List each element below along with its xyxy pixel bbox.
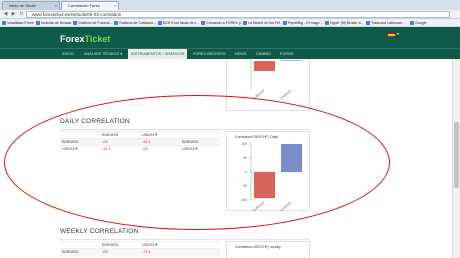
nav-instrumentos-graficos[interactable]: INSTRUMENTOS / GRÁFICOS — [128, 49, 188, 59]
bookmark-icon — [325, 21, 329, 25]
y-tick-label: 0 — [245, 170, 247, 174]
bookmark-item[interactable]: La Noche en los Fel... — [243, 20, 283, 26]
nav-foros[interactable]: FOROS — [280, 49, 294, 59]
bar — [280, 60, 303, 61]
table-row: EUR/USD 100 -93.4 EUR/USD — [60, 138, 220, 146]
bookmark-icon — [73, 21, 77, 25]
weekly-correlation-title: WEEKLY CORRELATION — [60, 228, 139, 235]
y-tick-label: 50 — [243, 156, 247, 160]
back-icon[interactable]: ◀ — [2, 11, 9, 18]
col-eurusd: EUR/USD — [100, 131, 140, 139]
url-input[interactable]: www.forexticket.es/es/tools/05-03-correl… — [26, 11, 450, 18]
bookmark-item[interactable]: Gráficos de Cotizacio... — [114, 20, 156, 26]
y-tick-label: -100 — [241, 198, 248, 202]
y-tick-label: 100 — [242, 142, 248, 146]
x-tick-label: USD/CHF — [279, 89, 292, 101]
spain-flag-icon[interactable] — [388, 33, 395, 37]
bookmark-icon — [114, 21, 118, 25]
bookmark-icon — [243, 21, 247, 25]
bar — [253, 172, 276, 199]
weekly-correlation-table: EUR/USD USD/CHF EUR/USD 100 -73.4 — [60, 241, 220, 256]
site-logo[interactable]: ForexTicket — [60, 34, 110, 44]
nav-cambio[interactable]: CAMBIO — [256, 49, 271, 59]
daily-chart-box: Correlation EUR/CHF | Daily 100 50 0 -50 -10… — [226, 131, 310, 212]
nav-news[interactable]: NEWS — [235, 49, 246, 59]
x-tick-label: USD/CHF — [279, 201, 292, 212]
language-caret-icon[interactable]: ▾ — [397, 31, 399, 36]
bookmark-icon — [410, 21, 414, 25]
browser-tab-gmail[interactable]: Inicio de Gmail × — [2, 1, 60, 10]
bookmarks-bar: Volatilidad Forex Noticias de Divisas Gr… — [0, 19, 460, 27]
close-tab-icon[interactable]: × — [114, 2, 116, 10]
tab-label: Inicio de Gmail — [9, 3, 36, 8]
weekly-chart-title: Correlation USD/CHF | weekly — [235, 245, 281, 249]
bookmark-icon — [283, 21, 287, 25]
daily-correlation-title: DAILY CORRELATION — [60, 118, 130, 125]
reload-icon[interactable]: ↻ — [18, 11, 25, 18]
tab-label: Correlación Forex — [68, 3, 100, 8]
bookmark-item[interactable]: Google — [410, 20, 427, 26]
bookmark-item[interactable]: Hyper (M) Broker a... — [325, 20, 364, 26]
browser-tab-correlacion[interactable]: Correlación Forex × — [61, 1, 119, 10]
weekly-chart-box: Correlation USD/CHF | weekly — [226, 241, 310, 258]
forward-icon[interactable]: ▶ — [10, 11, 17, 18]
table-row: USD/CHF -93.4 100 USD/CHF — [60, 145, 220, 153]
address-bar-row: ◀ ▶ ↻ www.forexticket.es/es/tools/05-03-… — [0, 10, 460, 19]
x-tick-label: EUR/USD — [252, 200, 266, 212]
bookmark-item[interactable]: Volatilidad Forex — [2, 20, 34, 26]
top-correlation-chart: EUR/USD USD/CHF — [250, 59, 303, 101]
divider — [60, 239, 310, 240]
bar — [253, 61, 276, 71]
bar — [280, 144, 303, 172]
x-tick-label: EUR/USD — [252, 88, 266, 100]
daily-correlation-chart: 100 50 0 -50 -100 EUR/USD USD/CHF — [241, 142, 305, 212]
bookmark-item[interactable]: Gráficos de Futuros ... — [73, 20, 114, 26]
daily-correlation-table: EUR/USD USD/CHF EUR/USD 100 -93.4 EUR/US… — [60, 131, 220, 153]
browser-tab-bar: Inicio de Gmail × Correlación Forex × — [0, 0, 460, 10]
bookmark-item[interactable]: PepeMkg - El mago ... — [283, 20, 324, 26]
bookmark-item[interactable]: Comando a FOREX p... — [201, 20, 244, 26]
nav-analisis-tecnico[interactable]: ANÁLISIS TÉCNICO ▾ — [84, 49, 122, 59]
daily-chart-title: Correlation EUR/CHF | Daily — [235, 135, 278, 139]
main-nav: INICIO ANÁLISIS TÉCNICO ▾ INSTRUMENTOS /… — [0, 48, 460, 59]
top-chart-box: EUR/USD USD/CHF — [226, 59, 310, 111]
bookmark-icon — [36, 21, 40, 25]
bookmark-item[interactable]: Traductor Latinoam... — [366, 20, 405, 26]
table-header-row: EUR/USD USD/CHF — [60, 131, 220, 139]
close-tab-icon[interactable]: × — [55, 2, 57, 10]
bookmark-icon — [2, 21, 6, 25]
table-row: EUR/USD 100 -73.4 — [60, 248, 220, 256]
table-header-row: EUR/USD USD/CHF — [60, 241, 220, 249]
bookmark-icon — [201, 21, 205, 25]
scrollbar-thumb[interactable] — [454, 122, 459, 188]
bookmark-icon — [366, 21, 370, 25]
divider — [60, 129, 310, 130]
nav-inicio[interactable]: INICIO — [62, 49, 74, 59]
bookmark-item[interactable]: BCE Euro tasas de c... — [158, 20, 199, 26]
y-tick-label: -50 — [242, 184, 247, 188]
bookmark-item[interactable]: Noticias de Divisas — [36, 20, 71, 26]
col-usdchf: USD/CHF — [140, 131, 180, 139]
nav-forex-brokers[interactable]: FOREX BROKERS — [193, 49, 226, 59]
bookmark-icon — [158, 21, 162, 25]
